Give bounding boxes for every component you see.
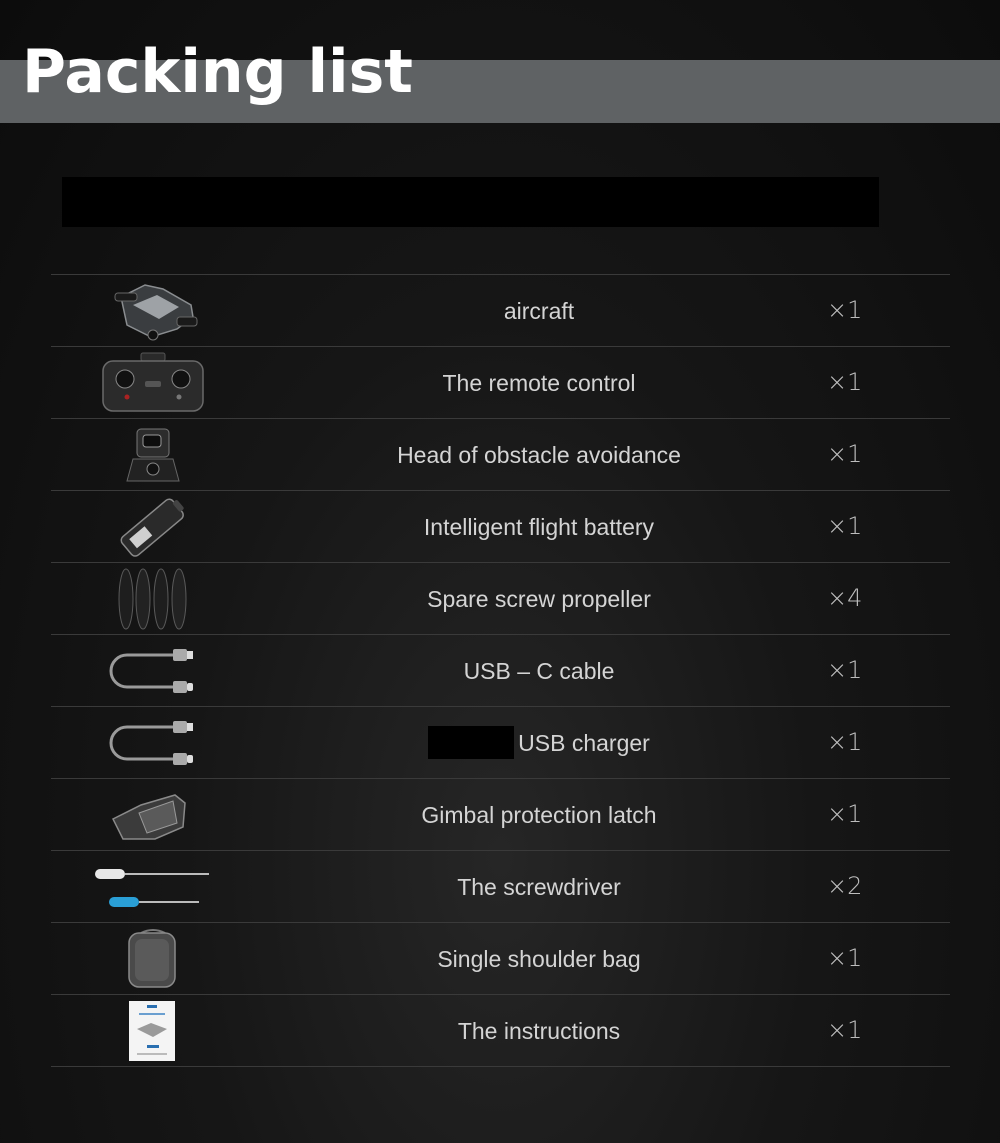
item-quantity: ×1: [827, 440, 863, 468]
battery-icon: [93, 495, 213, 559]
item-name: Intelligent flight battery: [423, 514, 655, 540]
item-quantity: ×1: [827, 512, 863, 540]
item-name: Gimbal protection latch: [421, 802, 657, 828]
item-quantity: ×1: [827, 944, 863, 972]
list-item: Intelligent flight battery ×1: [51, 490, 950, 562]
item-quantity: ×4: [827, 584, 863, 612]
item-quantity: ×1: [827, 800, 863, 828]
remote-control-icon: [93, 351, 213, 415]
list-item: USB – C cable ×1: [51, 634, 950, 706]
list-item: Single shoulder bag ×1: [51, 922, 950, 994]
item-quantity: ×1: [827, 1016, 863, 1044]
list-item: The remote control ×1: [51, 346, 950, 418]
packing-list: aircraft ×1 The remote control ×1 Head o…: [51, 274, 950, 1067]
list-item: The instructions ×1: [51, 994, 950, 1067]
page-title: Packing list: [22, 37, 413, 107]
list-item: USB charger ×1: [51, 706, 950, 778]
item-name: aircraft: [503, 298, 575, 324]
item-name: The remote control: [442, 370, 636, 396]
item-name-text: USB charger: [518, 730, 650, 756]
list-item: Spare screw propeller ×4: [51, 562, 950, 634]
list-item: Head of obstacle avoidance ×1: [51, 418, 950, 490]
screwdriver-icon: [93, 855, 217, 919]
item-name: USB charger: [289, 726, 789, 760]
item-quantity: ×1: [827, 296, 863, 324]
item-name: USB – C cable: [463, 658, 615, 684]
item-name: Head of obstacle avoidance: [397, 442, 681, 468]
item-quantity: ×1: [827, 728, 863, 756]
gimbal-latch-icon: [93, 783, 213, 847]
redacted-block: [62, 177, 879, 227]
list-item: aircraft ×1: [51, 274, 950, 346]
instructions-icon: [93, 999, 213, 1063]
obstacle-avoidance-head-icon: [93, 423, 213, 487]
item-name: Spare screw propeller: [427, 586, 651, 612]
item-quantity: ×1: [827, 656, 863, 684]
item-quantity: ×2: [827, 872, 863, 900]
usb-c-cable-icon: [93, 639, 213, 703]
drone-icon: [93, 279, 213, 343]
redacted-label: [428, 726, 515, 760]
propeller-icon: [93, 567, 213, 631]
item-quantity: ×1: [827, 368, 863, 396]
list-item: Gimbal protection latch ×1: [51, 778, 950, 850]
shoulder-bag-icon: [93, 927, 213, 991]
item-name: Single shoulder bag: [437, 946, 641, 972]
list-item: The screwdriver ×2: [51, 850, 950, 922]
item-name: The instructions: [457, 1018, 621, 1044]
item-name: The screwdriver: [457, 874, 621, 900]
usb-charger-icon: [93, 711, 213, 775]
